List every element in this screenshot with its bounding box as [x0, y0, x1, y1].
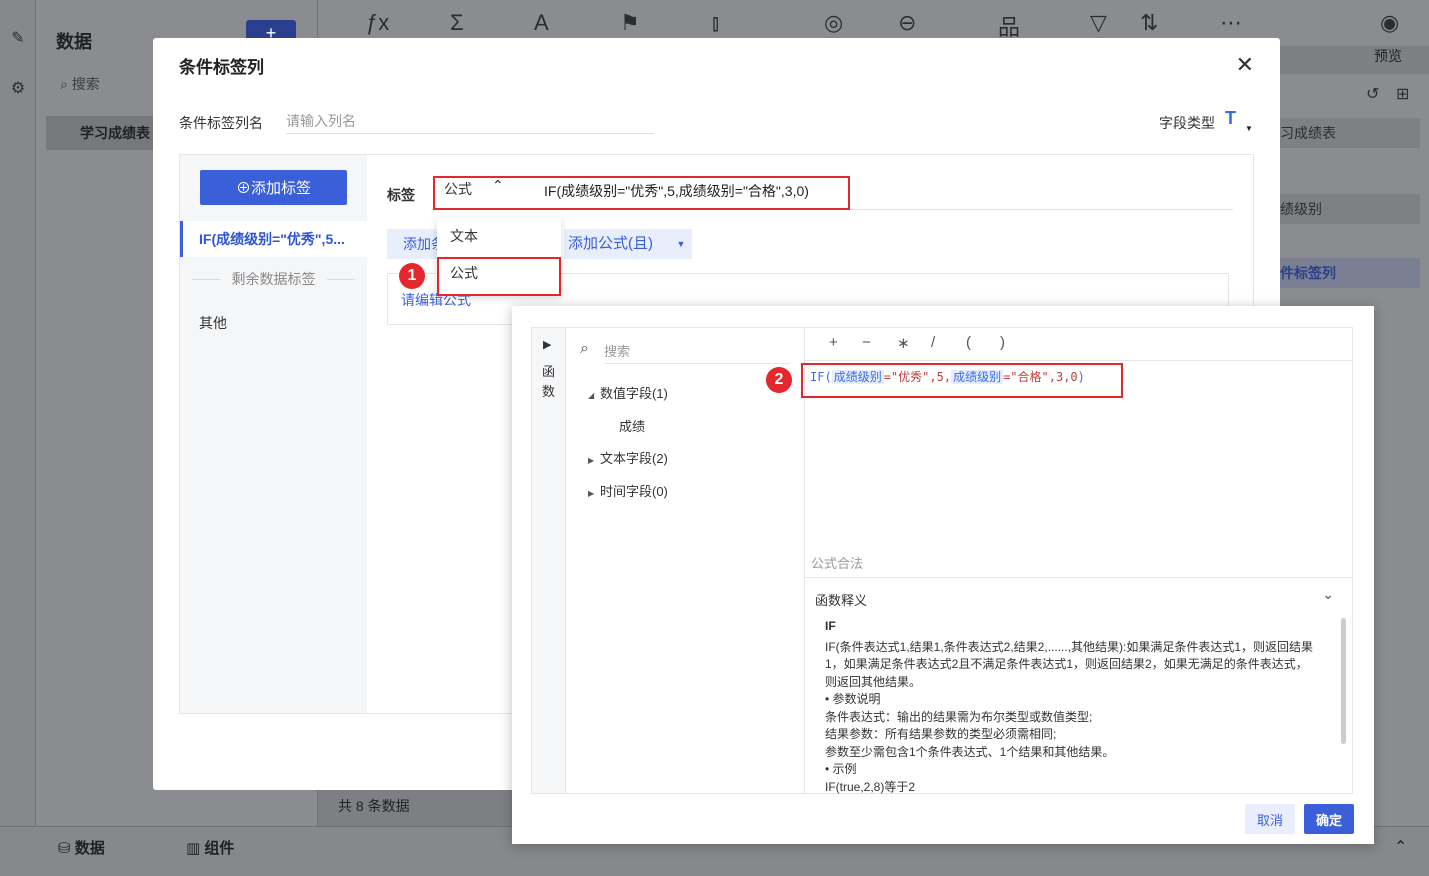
left-rail: ✎ ⚙ [0, 0, 36, 876]
sort-icon[interactable]: ⇅ [1140, 10, 1158, 36]
operator-plus[interactable]: + [829, 334, 838, 351]
tree-node-time[interactable]: ▶ 时间字段(0) [588, 481, 668, 500]
highlight-box-formula [433, 176, 850, 210]
remaining-tags-divider: 剩余数据标签 [180, 269, 367, 289]
operator-divide[interactable]: / [931, 334, 935, 351]
text-type-icon[interactable]: T [1225, 108, 1236, 129]
caret-expanded-icon: ◢ [588, 391, 595, 400]
modal-title: 条件标签列 [179, 58, 264, 77]
tab-data[interactable]: ⛁ 数据 [58, 837, 105, 858]
function-side-tab[interactable]: ▶ 函数 [532, 328, 566, 793]
desc-line: 结果参数：所有结果参数的类型必须需相同; [825, 727, 1057, 741]
step-badge: 1 [399, 263, 425, 289]
data-search[interactable]: ⌕ 搜索 [60, 74, 100, 94]
tab-data-label: 数据 [74, 840, 105, 857]
function-description-body: IF IF(条件表达式1,结果1,条件表达式2,结果2,......,其他结果)… [825, 618, 1315, 794]
caret-right-icon: ▶ [588, 456, 595, 465]
tree-node-label: 文本字段(2) [600, 451, 668, 466]
operator-multiply[interactable]: ∗ [897, 334, 910, 352]
data-pane-title: 数据 [56, 32, 92, 52]
function-name: IF [825, 619, 836, 633]
search-icon: ⌕ [60, 76, 68, 92]
merge-circles-icon[interactable]: ◎ [824, 10, 843, 36]
tree-node-label: 数值字段(1) [600, 386, 668, 401]
tag-list-item-active[interactable]: IF(成绩级别="优秀",5... [180, 221, 367, 257]
chevron-down-icon[interactable]: ⌄ [1322, 586, 1334, 603]
field-tree: ⌕ ◢ 数值字段(1) 成绩 ▶ 文本字段(2) ▶ 时间字段(0) [566, 328, 805, 793]
function-description-title: 函数释义 [815, 593, 868, 608]
sum-icon[interactable]: Σ [450, 10, 464, 36]
desc-line: IF(条件表达式1,结果1,条件表达式2,结果2,......,其他结果):如果… [825, 639, 1314, 689]
cancel-button[interactable]: 取消 [1245, 804, 1295, 834]
highlight-box-formula-option [437, 257, 561, 296]
total-rows-label: 共 8 条数据 [338, 798, 410, 814]
right-pane-item[interactable]: 绩级别 [1280, 194, 1420, 224]
settings-sliders-icon[interactable]: ⚙ [9, 80, 27, 98]
tag-list-item-other[interactable]: 其他 [199, 313, 227, 333]
operator-minus[interactable]: − [862, 334, 871, 351]
add-formula-button[interactable]: 添加公式(且) [564, 229, 674, 259]
desc-line: • 参数说明 [825, 692, 881, 706]
layout-icon[interactable]: ⊞ [1396, 84, 1409, 104]
tab-components[interactable]: ▥ 组件 [186, 837, 234, 858]
right-pane-item[interactable]: 习成绩表 [1280, 118, 1420, 148]
more-icon[interactable]: ⋯ [1220, 10, 1242, 36]
operator-bar: + − ∗ / ( ) [805, 328, 1352, 361]
tree-node-text[interactable]: ▶ 文本字段(2) [588, 448, 668, 467]
highlight-box-code [801, 363, 1123, 398]
function-description: 函数释义 ⌄ IF IF(条件表达式1,结果1,条件表达式2,结果2,.....… [805, 577, 1352, 794]
step-badge: 2 [766, 367, 792, 393]
desc-line: • 示例 [825, 762, 857, 776]
tab-components-label: 组件 [204, 840, 235, 857]
caret-right-icon: ▶ [588, 489, 595, 498]
operator-close-paren[interactable]: ) [1000, 334, 1005, 351]
flag-icon[interactable]: ⚑ [620, 10, 640, 36]
scrollbar[interactable] [1341, 618, 1346, 744]
edit-data-icon[interactable]: ✎ [9, 30, 27, 48]
chart-icon: ▥ [186, 840, 201, 857]
filter-icon[interactable]: ▽ [1090, 10, 1107, 36]
column-name-label: 条件标签列名 [179, 115, 263, 131]
history-icon[interactable]: ↺ [1366, 84, 1379, 104]
expand-panel-icon[interactable]: ▶ [543, 338, 551, 351]
caret-down-icon[interactable]: ▼ [670, 229, 692, 259]
function-side-label: 函数 [542, 364, 556, 399]
confirm-button[interactable]: 确定 [1304, 804, 1354, 834]
text-format-icon[interactable]: A [534, 10, 549, 36]
database-icon: ⛁ [58, 840, 71, 857]
operator-open-paren[interactable]: ( [966, 334, 971, 351]
stack-circle-icon[interactable]: ⊖ [898, 10, 916, 36]
dataset-item[interactable]: 学习成绩表 [46, 116, 166, 150]
preview-eye-icon[interactable]: ◉ [1380, 10, 1399, 36]
tree-node-label: 时间字段(0) [600, 484, 668, 499]
collapse-up-icon[interactable]: ⌃ [1394, 837, 1407, 857]
desc-line: 参数至少需包含1个条件表达式、1个结果和其他结果。 [825, 744, 1115, 759]
formula-valid-status: 公式合法 [811, 556, 864, 571]
tag-label: 标签 [387, 187, 415, 203]
columns-icon[interactable]: ⫾ [712, 10, 719, 36]
close-icon[interactable]: ✕ [1236, 52, 1254, 78]
tree-node-numeric[interactable]: ◢ 数值字段(1) [588, 383, 668, 402]
data-search-placeholder: 搜索 [71, 76, 100, 92]
formula-fx-icon[interactable]: ƒx [366, 10, 389, 36]
column-name-input[interactable] [286, 108, 654, 134]
search-icon: ⌕ [580, 340, 589, 357]
field-type-label: 字段类型 [1159, 115, 1215, 131]
dataset-label: 学习成绩表 [80, 125, 150, 141]
caret-down-icon[interactable]: ▼ [1245, 124, 1253, 133]
desc-line: IF(true,2,8)等于2 [825, 779, 916, 794]
preview-label[interactable]: 预览 [1374, 46, 1402, 66]
tag-list: ⊕添加标签 IF(成绩级别="优秀",5... 剩余数据标签 其他 [180, 155, 367, 713]
desc-line: 条件表达式：输出的结果需为布尔类型或数值类型; [825, 709, 1093, 724]
dropdown-option-text[interactable]: 文本 [437, 218, 561, 254]
field-search-input[interactable] [604, 340, 790, 364]
right-pane-item-active[interactable]: 件标签列 [1280, 258, 1420, 288]
add-tag-button[interactable]: ⊕添加标签 [200, 170, 347, 205]
tree-leaf-score[interactable]: 成绩 [619, 416, 645, 435]
